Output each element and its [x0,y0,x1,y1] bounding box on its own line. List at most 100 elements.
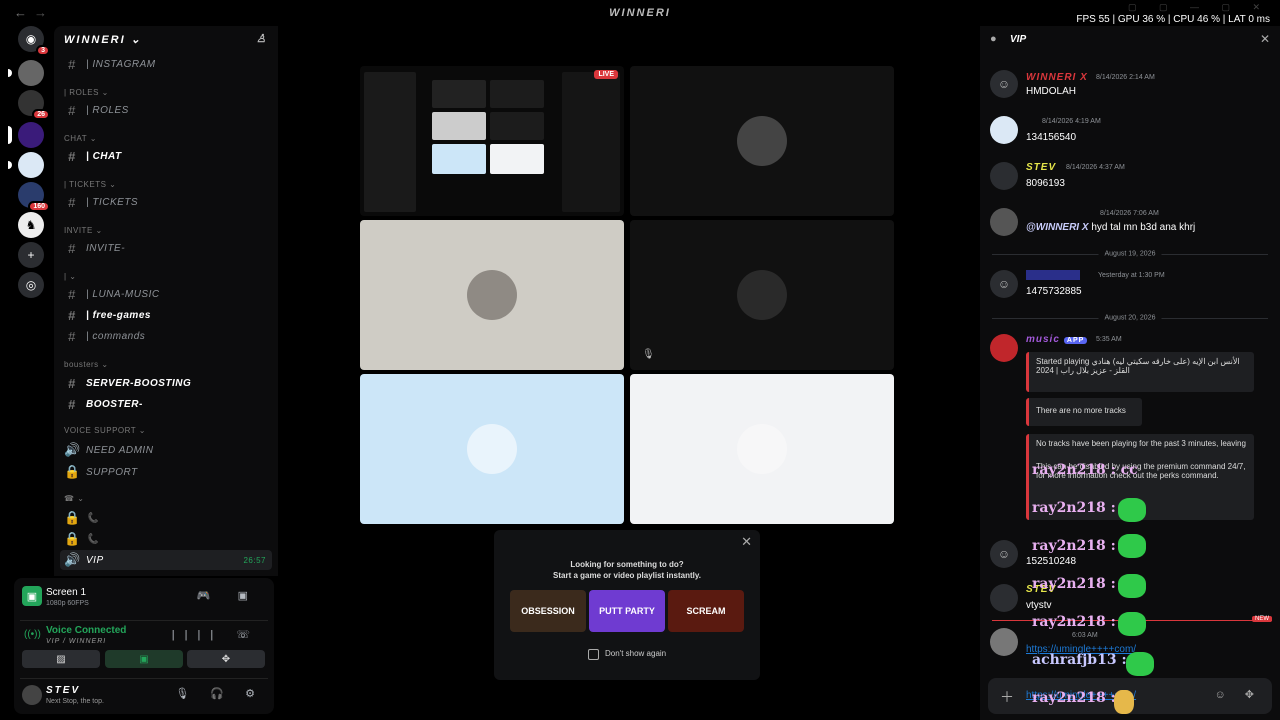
activity-card[interactable]: OBSESSION [510,590,586,632]
avatar[interactable] [990,334,1018,362]
user-mention[interactable]: @WINNERI X [1026,222,1089,233]
dont-show-checkbox[interactable] [588,649,599,660]
stream-overlay-message: ray2n218 : [1032,690,1116,706]
close-icon[interactable]: ✕ [1260,32,1270,46]
channel-free-games[interactable]: # | free-games [60,305,272,325]
category-voice-support[interactable]: VOICE SUPPORT ⌄ [64,426,146,435]
server-icon[interactable]: 160 [18,182,50,212]
avatar[interactable] [990,116,1018,144]
server-badge: 26 [32,109,50,120]
screen-quality: 1080p 60FPS [46,600,89,607]
channel-invite[interactable]: # INVITE- [60,238,272,258]
avatar[interactable] [22,685,42,705]
message-author[interactable]: STEV [1026,162,1056,173]
channel-locked-2[interactable]: 🔒 📞 [60,529,272,549]
channel-label: NEED ADMIN [86,444,154,456]
server-header[interactable]: WINNERI ⌄ ♙ [54,26,278,54]
message-author[interactable]: music [1026,334,1060,345]
stream-preview-sidebar [364,72,416,212]
user-panel: STEV Next Stop, the top. 🎙 🎧 ⚙ [20,678,268,708]
category-locked[interactable]: ☎ ⌄ [64,494,84,503]
avatar[interactable] [990,628,1018,656]
server-icon[interactable] [8,60,44,86]
message-author[interactable] [1026,270,1080,280]
channel-label: | TICKETS [86,196,139,208]
avatar[interactable]: ☺ [990,70,1018,98]
avatar[interactable] [990,584,1018,612]
server-icon-winneri[interactable] [8,122,44,148]
stream-tile[interactable]: LIVE [360,66,624,216]
speaker-icon: 🔊 [64,552,81,567]
participant-tile[interactable]: 🎙 [630,220,894,370]
phone-icon: 📞 [86,512,99,524]
video-off-button[interactable]: ▨ [22,650,100,668]
stream-controls[interactable]: 🎮 ▣ [197,589,260,602]
participant-tile[interactable] [630,66,894,216]
dont-show-label: Don't show again [605,649,667,658]
channel-booster[interactable]: # BOOSTER- [60,394,272,414]
participant-tile[interactable] [360,374,624,524]
hash-icon: # [68,286,76,302]
avatar[interactable]: ☺ [990,540,1018,568]
category-label: bousters [64,360,99,369]
category-tickets[interactable]: | TICKETS ⌄ [64,180,116,189]
user-controls[interactable]: 🎙 🎧 ⚙ [175,687,264,700]
server-icon[interactable] [8,152,44,178]
channel-tickets[interactable]: # | TICKETS [60,192,272,212]
share-screen-button[interactable]: ▣ [105,650,183,668]
channel-server-boosting[interactable]: # SERVER-BOOSTING [60,373,272,393]
activities-button[interactable]: ✥ [187,650,265,668]
channel-support[interactable]: 🔒 SUPPORT [60,462,272,482]
participant-tile[interactable] [630,374,894,524]
channel-roles[interactable]: # | ROLES [60,100,272,120]
window-controls[interactable]: ▢ ▢ — ▢ ✕ [1128,2,1270,13]
message-author[interactable]: WINNERI X [1026,72,1088,83]
discover-icon[interactable]: ◎ [18,272,44,298]
stream-preview-tile [432,112,486,140]
lock-icon: 🔒 [64,510,81,525]
channel-chat[interactable]: # | CHAT [60,146,272,166]
username[interactable]: STEV [46,685,80,696]
category-roles[interactable]: | ROLES ⌄ [64,88,109,97]
voice-actions[interactable]: |||| ☏ [172,628,260,641]
plus-icon[interactable]: ＋ [1000,687,1014,707]
avatar[interactable]: ☺ [990,270,1018,298]
channel-commands[interactable]: # | commands [60,326,272,346]
message-timestamp: 6:03 AM [1072,632,1098,639]
avatar [737,270,787,320]
voice-channel-path[interactable]: VIP / WINNERI [46,638,106,645]
message-text: 8096193 [1026,178,1065,189]
channel-locked-1[interactable]: 🔒 📞 [60,508,272,528]
server-icon[interactable]: 26 [18,90,50,120]
invite-icon[interactable]: ♙ [256,32,268,45]
direct-messages-icon[interactable]: ◉ 3 [18,26,50,56]
stream-preview-tile [490,144,544,174]
avatar[interactable] [990,208,1018,236]
server-icon[interactable]: ♞ [18,212,44,238]
emoji-icon[interactable]: ☺ ✥ [1214,688,1262,701]
category-bousters[interactable]: bousters ⌄ [64,360,109,369]
add-server-icon[interactable]: + [18,242,44,268]
voice-status[interactable]: Voice Connected [46,625,126,636]
avatar[interactable] [990,162,1018,190]
category-chat[interactable]: CHAT ⌄ [64,134,97,143]
message-timestamp: 8/14/2026 4:19 AM [1042,118,1101,125]
hash-icon: # [68,194,76,210]
channel-instagram[interactable]: # | INSTAGRAM [60,54,272,74]
channel-vip[interactable]: 🔊 VIP 26:57 [60,550,272,570]
channel-luna-music[interactable]: # | LUNA-MUSIC [60,284,272,304]
category-label: INVITE [64,226,93,235]
close-icon[interactable]: ✕ [741,534,752,550]
activity-card[interactable]: SCREAM [668,590,744,632]
hash-icon: # [68,56,76,72]
channel-need-admin[interactable]: 🔊 NEED ADMIN [60,440,272,460]
category-invite[interactable]: INVITE ⌄ [64,226,103,235]
message-text: 134156540 [1026,132,1077,143]
call-timer: 26:57 [243,555,266,565]
participant-tile[interactable] [360,220,624,370]
new-label: NEW [1252,616,1272,622]
frog-emoji-icon [1126,652,1154,676]
category-misc[interactable]: | ⌄ [64,272,77,281]
activity-card[interactable]: PUTT PARTY [589,590,665,632]
phone-icon: 📞 [86,533,99,545]
